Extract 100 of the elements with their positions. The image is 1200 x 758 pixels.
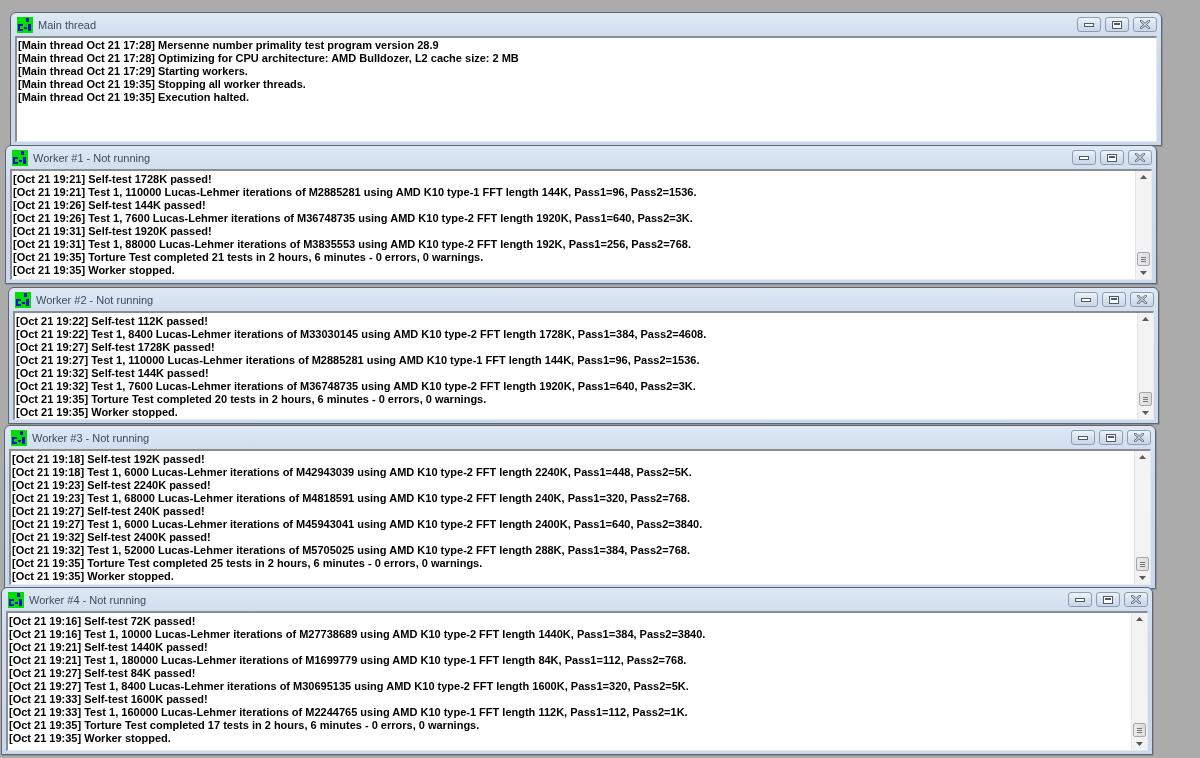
minimize-button[interactable]	[1071, 430, 1095, 445]
window-title: Worker #1 - Not running	[33, 151, 151, 164]
app-icon[interactable]	[11, 429, 27, 446]
minimize-icon	[1081, 297, 1091, 302]
log-line: [Oct 21 19:27] Test 1, 6000 Lucas-Lehmer iterations of M45943041 using AMD K10 type-2 FFT length 2400K, Pass1=640, Pass2=3840.	[12, 518, 703, 531]
maximize-button[interactable]	[1105, 17, 1129, 32]
minimize-icon	[1079, 155, 1089, 160]
maximize-button[interactable]	[1099, 430, 1123, 445]
minimize-icon	[1075, 597, 1085, 602]
log-line: [Oct 21 19:35] Worker stopped.	[9, 732, 171, 745]
up-arrow-icon[interactable]	[1140, 175, 1147, 179]
vertical-scrollbar[interactable]	[1137, 313, 1153, 419]
title-bar[interactable]: Worker #3 - Not running	[9, 426, 1151, 449]
log-line: [Oct 21 19:32] Test 1, 7600 Lucas-Lehmer iterations of M36748735 using AMD K10 type-2 FFT length 1920K, Pass1=640, Pass2=3K.	[16, 380, 696, 393]
log-line: [Oct 21 19:27] Self-test 1728K passed!	[16, 341, 215, 354]
title-bar[interactable]: Worker #4 - Not running	[6, 588, 1148, 611]
log-line: [Oct 21 19:21] Self-test 1440K passed!	[9, 641, 208, 654]
log-line: [Oct 21 19:32] Self-test 144K passed!	[16, 367, 209, 380]
log-line: [Oct 21 19:32] Test 1, 52000 Lucas-Lehmer iterations of M5705025 using AMD K10 type-2 FFT length 288K, Pass1=384, Pass2=768.	[12, 544, 690, 557]
minimize-button[interactable]	[1068, 592, 1092, 607]
window-title: Worker #2 - Not running	[36, 293, 154, 306]
close-button[interactable]	[1127, 430, 1151, 445]
log-line: [Oct 21 19:35] Worker stopped.	[13, 264, 175, 277]
scroll-thumb[interactable]	[1139, 392, 1152, 406]
log-line: [Oct 21 19:21] Test 1, 180000 Lucas-Lehmer iterations of M1699779 using AMD K10 type-1 FFT length 84K, Pass1=112, Pass2=768.	[9, 654, 687, 667]
maximize-icon	[1106, 433, 1116, 442]
log-line: [Oct 21 19:31] Self-test 1920K passed!	[13, 225, 212, 238]
title-bar[interactable]: Worker #2 - Not running	[13, 288, 1154, 311]
vertical-scrollbar[interactable]	[1134, 451, 1150, 584]
log-line: [Oct 21 19:35] Worker stopped.	[16, 406, 178, 419]
close-button[interactable]	[1124, 592, 1148, 607]
close-icon	[1140, 20, 1150, 29]
down-arrow-icon[interactable]	[1139, 576, 1146, 580]
log-line: [Main thread Oct 21 17:28] Mersenne number primality test program version 28.9	[18, 39, 439, 52]
vertical-scrollbar[interactable]	[1131, 613, 1147, 750]
log-line: [Oct 21 19:31] Test 1, 88000 Lucas-Lehmer iterations of M3835553 using AMD K10 type-2 FFT length 192K, Pass1=256, Pass2=768.	[13, 238, 691, 251]
scroll-thumb[interactable]	[1136, 557, 1149, 571]
app-icon[interactable]	[17, 16, 33, 33]
maximize-icon	[1109, 295, 1119, 304]
log-line: [Oct 21 19:26] Self-test 144K passed!	[13, 199, 206, 212]
close-icon	[1135, 153, 1145, 162]
log-line: [Oct 21 19:35] Worker stopped.	[12, 570, 174, 583]
minimize-button[interactable]	[1072, 150, 1096, 165]
log-line: [Oct 21 19:26] Test 1, 7600 Lucas-Lehmer iterations of M36748735 using AMD K10 type-2 FFT length 1920K, Pass1=640, Pass2=3K.	[13, 212, 693, 225]
close-icon	[1134, 433, 1144, 442]
app-icon[interactable]	[15, 291, 31, 308]
maximize-icon	[1107, 153, 1117, 162]
app-icon[interactable]	[8, 591, 24, 608]
log-line: [Main thread Oct 21 19:35] Execution halted.	[18, 91, 250, 104]
app-icon[interactable]	[12, 149, 28, 166]
log-line: [Oct 21 19:35] Torture Test completed 17 tests in 2 hours, 6 minutes - 0 errors, 0 warnings.	[9, 719, 480, 732]
close-icon	[1137, 295, 1147, 304]
title-bar[interactable]: Worker #1 - Not running	[10, 146, 1152, 169]
maximize-icon	[1103, 595, 1113, 604]
log-line: [Main thread Oct 21 19:35] Stopping all worker threads.	[18, 78, 306, 91]
scroll-thumb[interactable]	[1137, 252, 1150, 266]
up-arrow-icon[interactable]	[1139, 455, 1146, 459]
log-line: [Oct 21 19:22] Test 1, 8400 Lucas-Lehmer iterations of M33030145 using AMD K10 type-2 FFT length 1728K, Pass1=384, Pass2=4608.	[16, 328, 707, 341]
close-button[interactable]	[1133, 17, 1157, 32]
log-line: [Main thread Oct 21 17:28] Optimizing for CPU architecture: AMD Bulldozer, L2 cache size: 2 MB	[18, 52, 519, 65]
minimize-button[interactable]	[1077, 17, 1101, 32]
log-line: [Oct 21 19:27] Test 1, 110000 Lucas-Lehmer iterations of M2885281 using AMD K10 type-1 FFT length 144K, Pass1=96, Pass2=1536.	[16, 354, 700, 367]
log-line: [Oct 21 19:21] Self-test 1728K passed!	[13, 173, 212, 186]
down-arrow-icon[interactable]	[1142, 411, 1149, 415]
log-line: [Oct 21 19:23] Test 1, 68000 Lucas-Lehmer iterations of M4818591 using AMD K10 type-2 FFT length 240K, Pass1=320, Pass2=768.	[12, 492, 690, 505]
log-line: [Oct 21 19:35] Torture Test completed 21 tests in 2 hours, 6 minutes - 0 errors, 0 warnings.	[13, 251, 484, 264]
maximize-button[interactable]	[1102, 292, 1126, 307]
log-line: [Main thread Oct 21 17:29] Starting workers.	[18, 65, 248, 78]
log-line: [Oct 21 19:16] Self-test 72K passed!	[9, 615, 196, 628]
down-arrow-icon[interactable]	[1136, 742, 1143, 746]
title-bar[interactable]: Main thread	[15, 13, 1157, 36]
log-line: [Oct 21 19:16] Test 1, 10000 Lucas-Lehmer iterations of M27738689 using AMD K10 type-2 FFT length 1440K, Pass1=384, Pass2=3840.	[9, 628, 706, 641]
log-line: [Oct 21 19:18] Self-test 192K passed!	[12, 453, 205, 466]
log-line: [Oct 21 19:21] Test 1, 110000 Lucas-Lehmer iterations of M2885281 using AMD K10 type-1 FFT length 144K, Pass1=96, Pass2=1536.	[13, 186, 697, 199]
log-line: [Oct 21 19:35] Torture Test completed 25 tests in 2 hours, 6 minutes - 0 errors, 0 warnings.	[12, 557, 483, 570]
log-line: [Oct 21 19:18] Test 1, 6000 Lucas-Lehmer iterations of M42943039 using AMD K10 type-2 FFT length 2240K, Pass1=448, Pass2=5K.	[12, 466, 692, 479]
maximize-button[interactable]	[1096, 592, 1120, 607]
close-icon	[1131, 595, 1141, 604]
log-line: [Oct 21 19:22] Self-test 112K passed!	[16, 315, 208, 328]
minimize-icon	[1078, 435, 1088, 440]
minimize-icon	[1084, 22, 1094, 27]
down-arrow-icon[interactable]	[1140, 271, 1147, 275]
maximize-icon	[1112, 20, 1122, 29]
up-arrow-icon[interactable]	[1136, 617, 1143, 621]
log-line: [Oct 21 19:35] Torture Test completed 20 tests in 2 hours, 6 minutes - 0 errors, 0 warnings.	[16, 393, 487, 406]
log-line: [Oct 21 19:33] Test 1, 160000 Lucas-Lehmer iterations of M2244765 using AMD K10 type-1 FFT length 112K, Pass1=112, Pass2=1K.	[9, 706, 688, 719]
up-arrow-icon[interactable]	[1142, 317, 1149, 321]
close-button[interactable]	[1130, 292, 1154, 307]
window-title: Main thread	[38, 18, 97, 31]
maximize-button[interactable]	[1100, 150, 1124, 165]
log-line: [Oct 21 19:33] Self-test 1600K passed!	[9, 693, 208, 706]
log-line: [Oct 21 19:27] Self-test 240K passed!	[12, 505, 205, 518]
close-button[interactable]	[1128, 150, 1152, 165]
log-line: [Oct 21 19:23] Self-test 2240K passed!	[12, 479, 211, 492]
vertical-scrollbar[interactable]	[1135, 171, 1151, 279]
scroll-thumb[interactable]	[1133, 723, 1146, 737]
minimize-button[interactable]	[1074, 292, 1098, 307]
log-line: [Oct 21 19:27] Self-test 84K passed!	[9, 667, 196, 680]
window-title: Worker #3 - Not running	[32, 431, 150, 444]
log-line: [Oct 21 19:32] Self-test 2400K passed!	[12, 531, 211, 544]
